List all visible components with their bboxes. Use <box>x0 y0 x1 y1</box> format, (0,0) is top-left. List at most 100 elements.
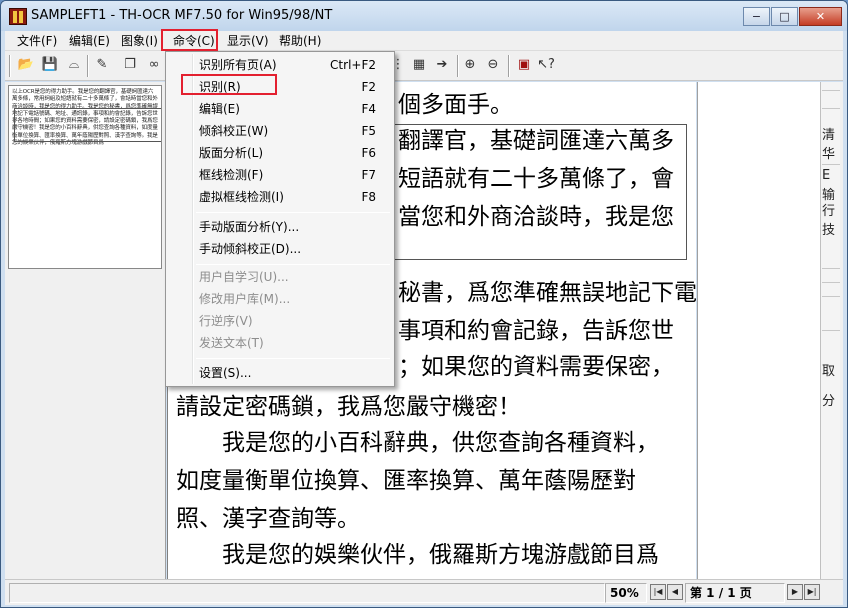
glasses-icon[interactable]: ∞ <box>145 56 163 74</box>
menu-separator <box>196 212 390 213</box>
title-bar[interactable]: SAMPLEFT1 - TH-OCR MF7.50 for Win95/98/N… <box>1 1 847 31</box>
doc-line: 如度量衡單位換算、匯率換算、萬年蔭陽歷對 <box>176 468 636 494</box>
menu-item-user-learning: 用户自学习(U)... <box>169 266 393 288</box>
menu-item-send-text: 发送文本(T) <box>169 332 393 354</box>
menu-item-virtual-frame-detection[interactable]: 虚拟框线检测(I) F8 <box>169 186 393 208</box>
menu-item-label: 用户自学习(U)... <box>199 270 289 284</box>
pen-icon[interactable]: ✎ <box>93 56 111 74</box>
toolbar-separator <box>508 55 510 77</box>
minimize-button[interactable]: − <box>743 7 770 26</box>
menu-item-label: 倾斜校正(W) <box>199 124 269 138</box>
menu-item-settings[interactable]: 设置(S)... <box>169 362 393 384</box>
arrow-icon[interactable]: ➔ <box>433 56 451 74</box>
menu-item-reverse-lines: 行逆序(V) <box>169 310 393 332</box>
menu-item-manual-skew[interactable]: 手动倾斜校正(D)... <box>169 238 393 260</box>
table-icon[interactable]: ▦ <box>410 56 428 74</box>
menu-edit[interactable]: 编辑(E) <box>67 33 112 49</box>
book-icon[interactable]: ▣ <box>515 56 533 74</box>
doc-line: 當您和外商洽談時，我是您 <box>398 204 674 230</box>
doc-line: 事項和約會記錄，告訴您世 <box>398 318 674 344</box>
open-folder-icon[interactable]: 📂 <box>17 56 35 74</box>
menu-separator <box>196 264 390 265</box>
menu-item-shortcut: F6 <box>361 146 376 160</box>
menu-item-shortcut: F5 <box>361 124 376 138</box>
toolbar-separator <box>457 55 459 77</box>
thumbnail-selection <box>14 108 161 142</box>
menu-help[interactable]: 帮助(H) <box>277 33 323 49</box>
menu-item-layout-analysis[interactable]: 版面分析(L) F6 <box>169 142 393 164</box>
menu-item-shortcut: F2 <box>361 80 376 94</box>
thumbnail-pane: 以上OCR是您的得力助手。我是您的翻譯官，基礎詞匯達六萬多條，常用詞組及短語就有… <box>5 82 166 579</box>
toolbar: 📂 💾 ⌓ ✎ ❐ ∞ ⋮ ▦ ➔ ⊕ ⊖ ▣ ↖? <box>5 51 843 81</box>
menu-item-label: 设置(S)... <box>199 366 252 380</box>
close-button[interactable]: ✕ <box>799 7 842 26</box>
result-fragment: E <box>822 168 831 183</box>
result-fragment: 取 <box>822 364 836 379</box>
toolbar-separator <box>9 55 11 77</box>
help-pointer-icon[interactable]: ↖? <box>537 56 555 74</box>
maximize-button[interactable]: □ <box>771 7 798 26</box>
menu-item-shortcut: F7 <box>361 168 376 182</box>
status-bar: 50% |◀ ◀ 第 1 / 1 页 ▶ ▶| <box>5 579 843 605</box>
result-fragment: 分 <box>822 394 836 409</box>
command-menu-dropdown: 识别所有页(A) Ctrl+F2 识别(R) F2 编辑(E) F4 倾斜校正(W) F… <box>165 51 395 387</box>
window-title: SAMPLEFT1 - TH-OCR MF7.50 for Win95/98/N… <box>31 8 333 23</box>
divider <box>822 330 840 331</box>
prev-page-button[interactable]: ◀ <box>667 584 683 600</box>
result-fragment: 清华 <box>822 128 836 162</box>
highlight-recognize-item <box>181 74 277 95</box>
menu-item-manual-layout[interactable]: 手动版面分析(Y)... <box>169 216 393 238</box>
menu-item-recognize-all[interactable]: 识别所有页(A) Ctrl+F2 <box>169 54 393 76</box>
status-message <box>9 583 605 603</box>
menu-item-label: 框线检测(F) <box>199 168 264 182</box>
menu-view[interactable]: 显示(V) <box>225 33 271 49</box>
scanner-icon[interactable]: ⌓ <box>65 56 83 74</box>
menu-item-label: 识别所有页(A) <box>199 58 277 72</box>
doc-line: 我是您的娛樂伙伴，俄羅斯方塊游戲節目爲 <box>176 542 659 568</box>
first-page-button[interactable]: |◀ <box>650 584 666 600</box>
copy-icon[interactable]: ❐ <box>121 56 139 74</box>
menu-item-skew-correction[interactable]: 倾斜校正(W) F5 <box>169 120 393 142</box>
doc-line: 個多面手。 <box>398 92 513 118</box>
last-page-button[interactable]: ▶| <box>804 584 820 600</box>
divider <box>822 164 840 165</box>
divider <box>822 268 840 269</box>
menu-item-label: 编辑(E) <box>199 102 240 116</box>
app-window: SAMPLEFT1 - TH-OCR MF7.50 for Win95/98/N… <box>0 0 848 608</box>
menu-item-label: 发送文本(T) <box>199 336 264 350</box>
divider <box>822 108 840 109</box>
menu-item-label: 行逆序(V) <box>199 314 253 328</box>
zoom-in-icon[interactable]: ⊕ <box>461 56 479 74</box>
doc-line: ；如果您的資料需要保密， <box>398 354 674 380</box>
menu-item-shortcut: Ctrl+F2 <box>330 58 376 72</box>
menu-item-label: 虚拟框线检测(I) <box>199 190 284 204</box>
doc-line: 翻譯官，基礎詞匯達六萬多 <box>398 128 674 154</box>
page-thumbnail[interactable]: 以上OCR是您的得力助手。我是您的翻譯官，基礎詞匯達六萬多條，常用詞組及短語就有… <box>8 85 162 269</box>
menu-image[interactable]: 图象(I) <box>119 33 160 49</box>
menu-file[interactable]: 文件(F) <box>15 33 59 49</box>
menu-item-label: 手动版面分析(Y)... <box>199 220 300 234</box>
menu-item-shortcut: F8 <box>361 190 376 204</box>
next-page-button[interactable]: ▶ <box>787 584 803 600</box>
menu-separator <box>196 358 390 359</box>
app-icon <box>9 8 27 25</box>
doc-line: 照、漢字查詢等。 <box>176 506 360 532</box>
doc-line: 請設定密碼鎖，我爲您嚴守機密！ <box>176 394 521 420</box>
doc-line: 秘書，爲您準確無誤地記下電 <box>398 280 696 306</box>
zoom-level: 50% <box>605 583 647 603</box>
save-icon[interactable]: 💾 <box>41 56 59 74</box>
page-indicator: 第 1 / 1 页 <box>685 583 785 603</box>
menu-item-label: 版面分析(L) <box>199 146 264 160</box>
menu-item-edit[interactable]: 编辑(E) F4 <box>169 98 393 120</box>
zoom-out-icon[interactable]: ⊖ <box>484 56 502 74</box>
result-pane: 清华 E 输 行技 取 分 <box>697 82 843 579</box>
menu-item-label: 修改用户库(M)... <box>199 292 291 306</box>
divider <box>822 282 840 283</box>
menu-item-modify-user-library: 修改用户库(M)... <box>169 288 393 310</box>
divider <box>822 90 840 91</box>
menu-item-frame-detection[interactable]: 框线检测(F) F7 <box>169 164 393 186</box>
doc-line: 我是您的小百科辭典，供您查詢各種資料， <box>176 430 659 456</box>
divider <box>822 296 840 297</box>
result-text-area[interactable] <box>698 82 821 579</box>
toolbar-separator <box>87 55 89 77</box>
